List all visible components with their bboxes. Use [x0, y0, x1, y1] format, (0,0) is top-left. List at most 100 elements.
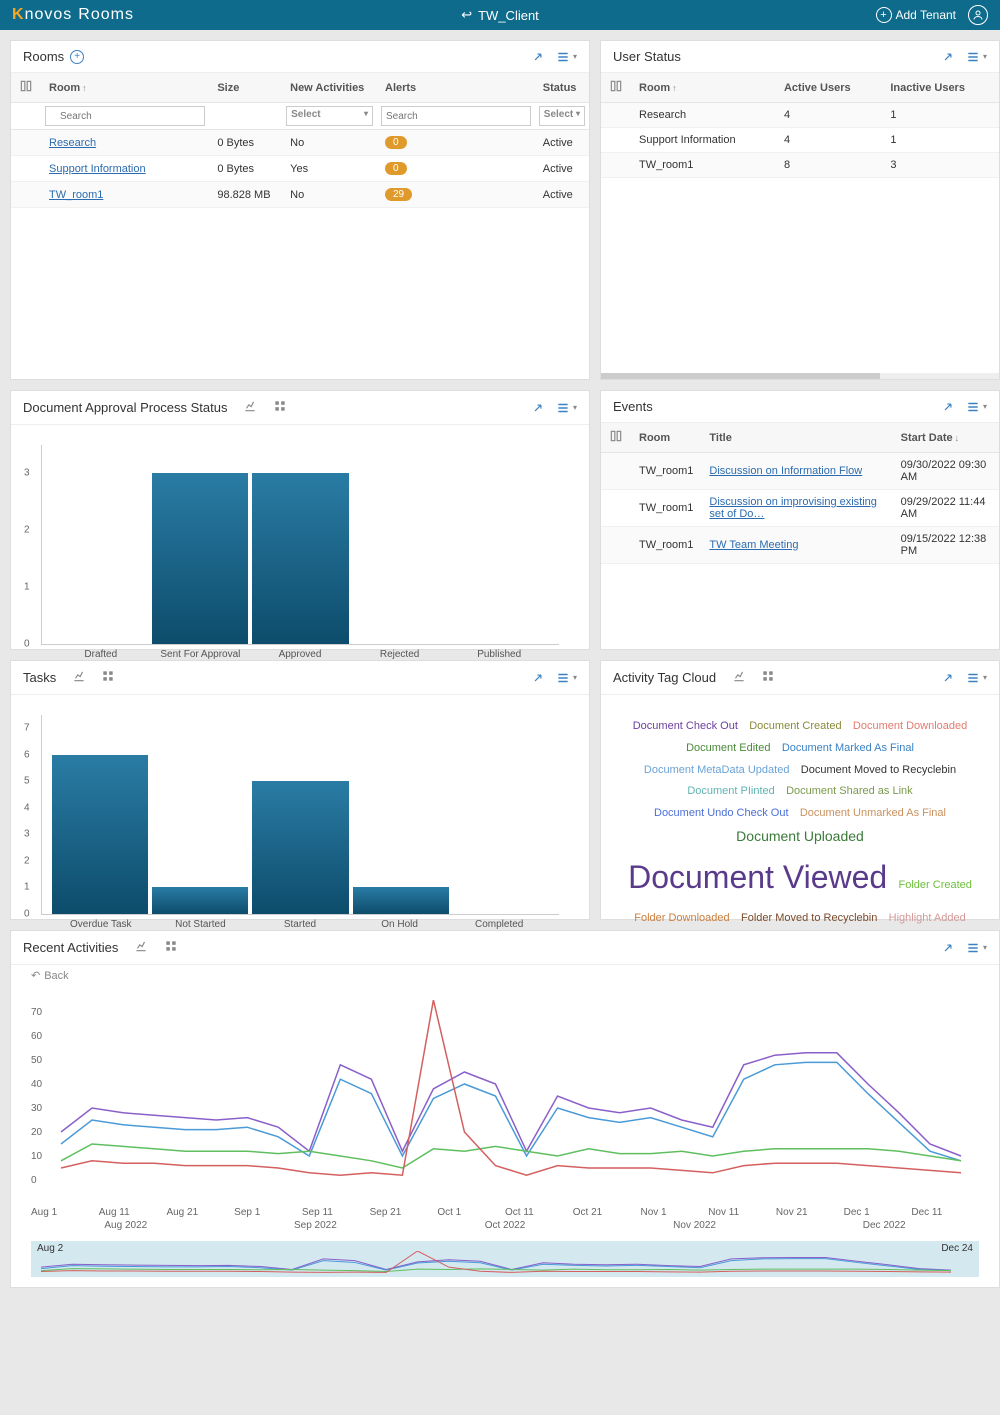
horizontal-scrollbar[interactable]: [601, 373, 999, 379]
column-chooser-icon[interactable]: [609, 84, 623, 96]
menu-icon[interactable]: ▾: [965, 941, 987, 955]
range-scrubber[interactable]: Aug 2 Dec 24: [31, 1241, 979, 1277]
expand-icon[interactable]: [941, 671, 955, 685]
col-room[interactable]: Room↑: [631, 73, 776, 103]
menu-icon[interactable]: ▾: [965, 400, 987, 414]
chart-line[interactable]: [61, 1144, 961, 1168]
table-row[interactable]: Research41: [601, 103, 999, 128]
table-row[interactable]: Research 0 Bytes No 0 Active: [11, 130, 589, 156]
expand-icon[interactable]: [941, 50, 955, 64]
back-button[interactable]: ↶ Back: [11, 965, 999, 990]
chart-bar[interactable]: [252, 781, 348, 914]
menu-icon[interactable]: ▾: [555, 401, 577, 415]
column-chooser-icon[interactable]: [19, 84, 33, 96]
tag[interactable]: Document Marked As Final: [782, 742, 914, 754]
col-date[interactable]: Start Date↓: [893, 423, 999, 453]
column-chooser-icon[interactable]: [609, 434, 623, 446]
tag[interactable]: Document Check Out: [633, 720, 738, 732]
tagcloud-panel: Activity Tag Cloud ▾ Document Check Out …: [600, 660, 1000, 920]
sort-asc-icon: ↑: [672, 83, 677, 93]
menu-icon[interactable]: ▾: [555, 50, 577, 64]
col-new-activities[interactable]: New Activities: [282, 73, 377, 103]
col-alerts[interactable]: Alerts: [377, 73, 535, 103]
tag[interactable]: Document Shared as Link: [786, 785, 913, 797]
menu-icon[interactable]: ▾: [965, 671, 987, 685]
event-link[interactable]: Discussion on Information Flow: [709, 465, 862, 477]
tag[interactable]: Document Edited: [686, 742, 770, 754]
panel-title: Tasks: [23, 669, 115, 686]
svg-text:30: 30: [31, 1103, 43, 1114]
chart-line[interactable]: [61, 1053, 961, 1156]
col-room[interactable]: Room↑: [41, 73, 209, 103]
expand-icon[interactable]: [941, 941, 955, 955]
table-row[interactable]: TW_room1TW Team Meeting09/15/2022 12:38 …: [601, 527, 999, 564]
tag[interactable]: Document MetaData Updated: [644, 764, 790, 776]
status-filter[interactable]: Select ▾: [539, 106, 585, 126]
svg-text:10: 10: [31, 1151, 43, 1162]
room-link[interactable]: TW_room1: [49, 189, 103, 201]
chart-bar[interactable]: [353, 887, 449, 914]
header-context: ↩ TW_Client: [461, 7, 539, 23]
tag[interactable]: Document Unmarked As Final: [800, 807, 946, 819]
tag[interactable]: Document Moved to Recyclebin: [801, 764, 956, 776]
tag[interactable]: Document Downloaded: [853, 720, 967, 732]
chart-icon[interactable]: [134, 939, 148, 956]
col-inactive[interactable]: Inactive Users: [882, 73, 999, 103]
chart-bar[interactable]: [52, 755, 148, 914]
grid-icon[interactable]: [101, 669, 115, 686]
table-row[interactable]: Support Information 0 Bytes Yes 0 Active: [11, 156, 589, 182]
col-title[interactable]: Title: [701, 423, 892, 453]
tag[interactable]: Folder Moved to Recyclebin: [741, 912, 877, 924]
col-active[interactable]: Active Users: [776, 73, 882, 103]
chart-line[interactable]: [61, 1062, 961, 1160]
tag[interactable]: Document Viewed: [628, 859, 887, 895]
tag[interactable]: Document PIinted: [687, 785, 774, 797]
event-link[interactable]: Discussion on improvising existing set o…: [709, 496, 877, 520]
event-link[interactable]: TW Team Meeting: [709, 539, 798, 551]
user-menu-icon[interactable]: [968, 5, 988, 25]
new-act-filter[interactable]: Select ▾: [286, 106, 373, 126]
room-link[interactable]: Research: [49, 137, 96, 149]
col-status[interactable]: Status: [535, 73, 589, 103]
grid-icon[interactable]: [164, 939, 178, 956]
logo-mark: K: [12, 6, 25, 24]
tag[interactable]: Highlight Added: [889, 912, 966, 924]
chart-icon[interactable]: [243, 399, 257, 416]
expand-icon[interactable]: [941, 400, 955, 414]
expand-icon[interactable]: [531, 401, 545, 415]
expand-icon[interactable]: [531, 671, 545, 685]
room-search-input[interactable]: [45, 106, 205, 126]
events-table: Room Title Start Date↓ TW_room1Discussio…: [601, 423, 999, 564]
swap-icon[interactable]: ↩: [461, 7, 472, 23]
grid-icon[interactable]: [273, 399, 287, 416]
col-room[interactable]: Room: [631, 423, 701, 453]
menu-icon[interactable]: ▾: [555, 671, 577, 685]
table-row[interactable]: Support Information41: [601, 128, 999, 153]
table-row[interactable]: TW_room1 98.828 MB No 29 Active: [11, 182, 589, 208]
expand-icon[interactable]: [531, 50, 545, 64]
menu-icon[interactable]: ▾: [965, 50, 987, 64]
tag[interactable]: Document Uploaded: [736, 828, 864, 844]
chart-bar[interactable]: [152, 473, 248, 644]
sort-asc-icon: ↑: [82, 83, 87, 93]
panel-title: Rooms +: [23, 49, 84, 64]
tag[interactable]: Folder Downloaded: [634, 912, 729, 924]
chart-bar[interactable]: [152, 887, 248, 914]
chart-icon[interactable]: [72, 669, 86, 686]
tag[interactable]: Folder Created: [899, 879, 972, 891]
table-row[interactable]: TW_room1Discussion on improvising existi…: [601, 490, 999, 527]
chart-bar[interactable]: [252, 473, 348, 644]
table-row[interactable]: TW_room183: [601, 153, 999, 178]
tag[interactable]: Document Undo Check Out: [654, 807, 789, 819]
room-link[interactable]: Support Information: [49, 163, 146, 175]
alerts-search-input[interactable]: [381, 106, 531, 126]
add-tenant-button[interactable]: + Add Tenant: [876, 7, 957, 23]
table-row[interactable]: TW_room1Discussion on Information Flow09…: [601, 453, 999, 490]
grid-icon[interactable]: [761, 669, 775, 686]
col-size[interactable]: Size: [209, 73, 282, 103]
svg-text:40: 40: [31, 1079, 43, 1090]
svg-text:70: 70: [31, 1007, 43, 1018]
chart-icon[interactable]: [732, 669, 746, 686]
add-room-icon[interactable]: +: [70, 50, 84, 64]
tag[interactable]: Document Created: [749, 720, 841, 732]
